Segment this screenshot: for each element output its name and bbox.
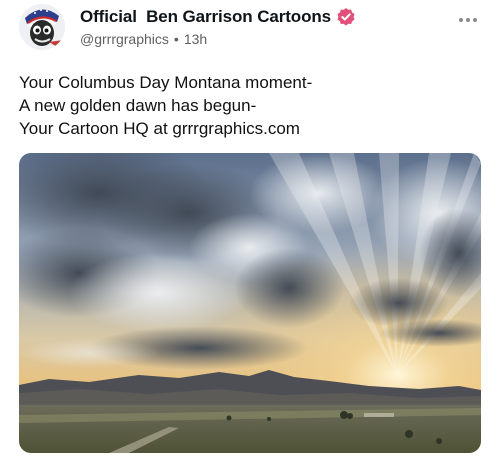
author-handle[interactable]: @grrrgraphics [80,31,169,47]
post-text-line: A new golden dawn has begun- [19,96,257,115]
more-options-dot [466,18,470,22]
post-image[interactable] [19,153,481,453]
more-options-icon [459,18,463,22]
more-options-button[interactable] [456,12,480,28]
more-options-dot [473,18,477,22]
author-avatar[interactable] [19,4,65,50]
post-timestamp[interactable]: 13h [184,31,207,47]
post-text: Your Columbus Day Montana moment- A new … [19,71,312,140]
post-text-line: Your Columbus Day Montana moment- [19,73,313,92]
author-meta-row: @grrrgraphics • 13h [80,31,207,47]
author-name-row: Official Ben Garrison Cartoons [80,7,356,27]
verified-badge-icon [336,7,356,27]
sunrise-landscape-photo [19,153,481,453]
post-card: Official Ben Garrison Cartoons @grrrgrap… [0,0,500,465]
meta-separator: • [173,31,179,47]
post-text-line: Your Cartoon HQ at grrrgraphics.com [19,119,300,138]
author-display-name[interactable]: Official Ben Garrison Cartoons [80,7,331,27]
cartoon-avatar-icon [19,4,65,50]
